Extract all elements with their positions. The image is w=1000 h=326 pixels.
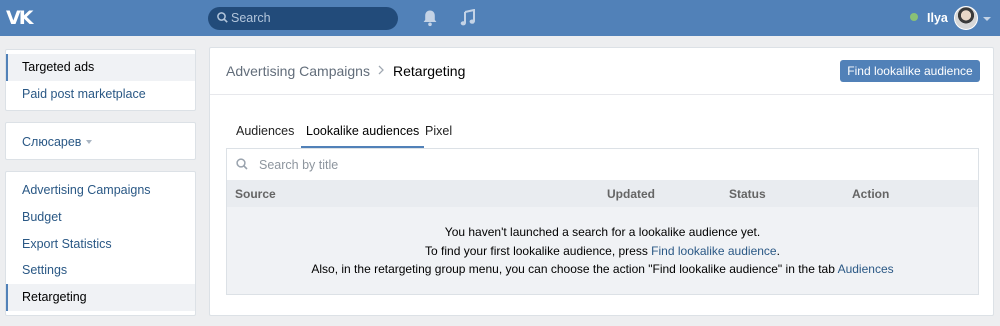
account-dropdown[interactable]: Слюсарев: [6, 129, 195, 156]
sidebar-campaign-menu: Advertising Campaigns Budget Export Stat…: [5, 171, 196, 316]
top-bar: VK Search Ilya: [0, 0, 1000, 36]
audiences-tab-link[interactable]: Audiences: [838, 262, 894, 276]
chevron-down-icon[interactable]: [983, 17, 991, 21]
chevron-right-icon: [378, 65, 384, 75]
empty-message-text: Also, in the retargeting group menu, you…: [311, 262, 838, 276]
lookalike-table: Search by title Source Updated Status Ac…: [226, 148, 979, 295]
column-header-source: Source: [235, 187, 276, 201]
search-placeholder: Search: [231, 11, 271, 25]
empty-state: You haven't launched a search for a look…: [227, 207, 978, 294]
chevron-down-icon: [86, 140, 93, 144]
sidebar-item-targeted-ads[interactable]: Targeted ads: [6, 54, 195, 81]
retargeting-panel: Advertising Campaigns Retargeting Find l…: [209, 47, 994, 316]
sidebar-ads-menu: Targeted ads Paid post marketplace: [5, 49, 196, 111]
sidebar-item-retargeting[interactable]: Retargeting: [6, 284, 195, 311]
breadcrumb-parent[interactable]: Advertising Campaigns: [226, 63, 370, 79]
page-title: Retargeting: [393, 63, 466, 79]
panel-header: Advertising Campaigns Retargeting Find l…: [210, 48, 993, 95]
column-header-status: Status: [729, 187, 766, 201]
search-icon: [236, 158, 248, 170]
sidebar-account-switcher: Слюсарев: [5, 122, 196, 160]
music-icon[interactable]: [460, 9, 476, 27]
empty-message-text: .: [776, 244, 780, 258]
empty-message-line2: To find your first lookalike audience, p…: [227, 244, 978, 258]
online-status-indicator: [910, 13, 918, 21]
empty-message-text: To find your first lookalike audience, p…: [425, 244, 652, 258]
sidebar-item-advertising-campaigns[interactable]: Advertising Campaigns: [6, 177, 195, 204]
tab-audiences[interactable]: Audiences: [236, 124, 294, 148]
table-header: Source Updated Status Action: [227, 180, 978, 207]
sidebar-item-paid-post-marketplace[interactable]: Paid post marketplace: [6, 81, 195, 108]
tab-lookalike-audiences[interactable]: Lookalike audiences: [301, 124, 425, 148]
sidebar-item-settings[interactable]: Settings: [6, 257, 195, 284]
sidebar-item-budget[interactable]: Budget: [6, 204, 195, 231]
search-placeholder: Search by title: [259, 158, 339, 172]
sidebar-item-export-statistics[interactable]: Export Statistics: [6, 231, 195, 258]
account-name: Слюсарев: [22, 135, 82, 149]
vk-logo[interactable]: VK: [6, 7, 34, 29]
empty-message-line1: You haven't launched a search for a look…: [444, 225, 761, 239]
column-header-updated: Updated: [607, 187, 655, 201]
global-search-input[interactable]: Search: [208, 7, 398, 30]
avatar[interactable]: [954, 6, 978, 30]
tab-pixel[interactable]: Pixel: [425, 124, 452, 148]
bell-icon[interactable]: [422, 9, 438, 27]
tab-bar: Audiences Lookalike audiences Pixel: [226, 118, 979, 148]
title-search-input[interactable]: Search by title: [227, 149, 978, 180]
find-lookalike-audience-button[interactable]: Find lookalike audience: [840, 60, 980, 82]
user-name[interactable]: Ilya: [927, 11, 948, 25]
find-lookalike-audience-link[interactable]: Find lookalike audience: [651, 244, 776, 258]
empty-message-line3: Also, in the retargeting group menu, you…: [227, 262, 978, 276]
column-header-action: Action: [852, 187, 890, 201]
search-icon: [217, 12, 228, 23]
